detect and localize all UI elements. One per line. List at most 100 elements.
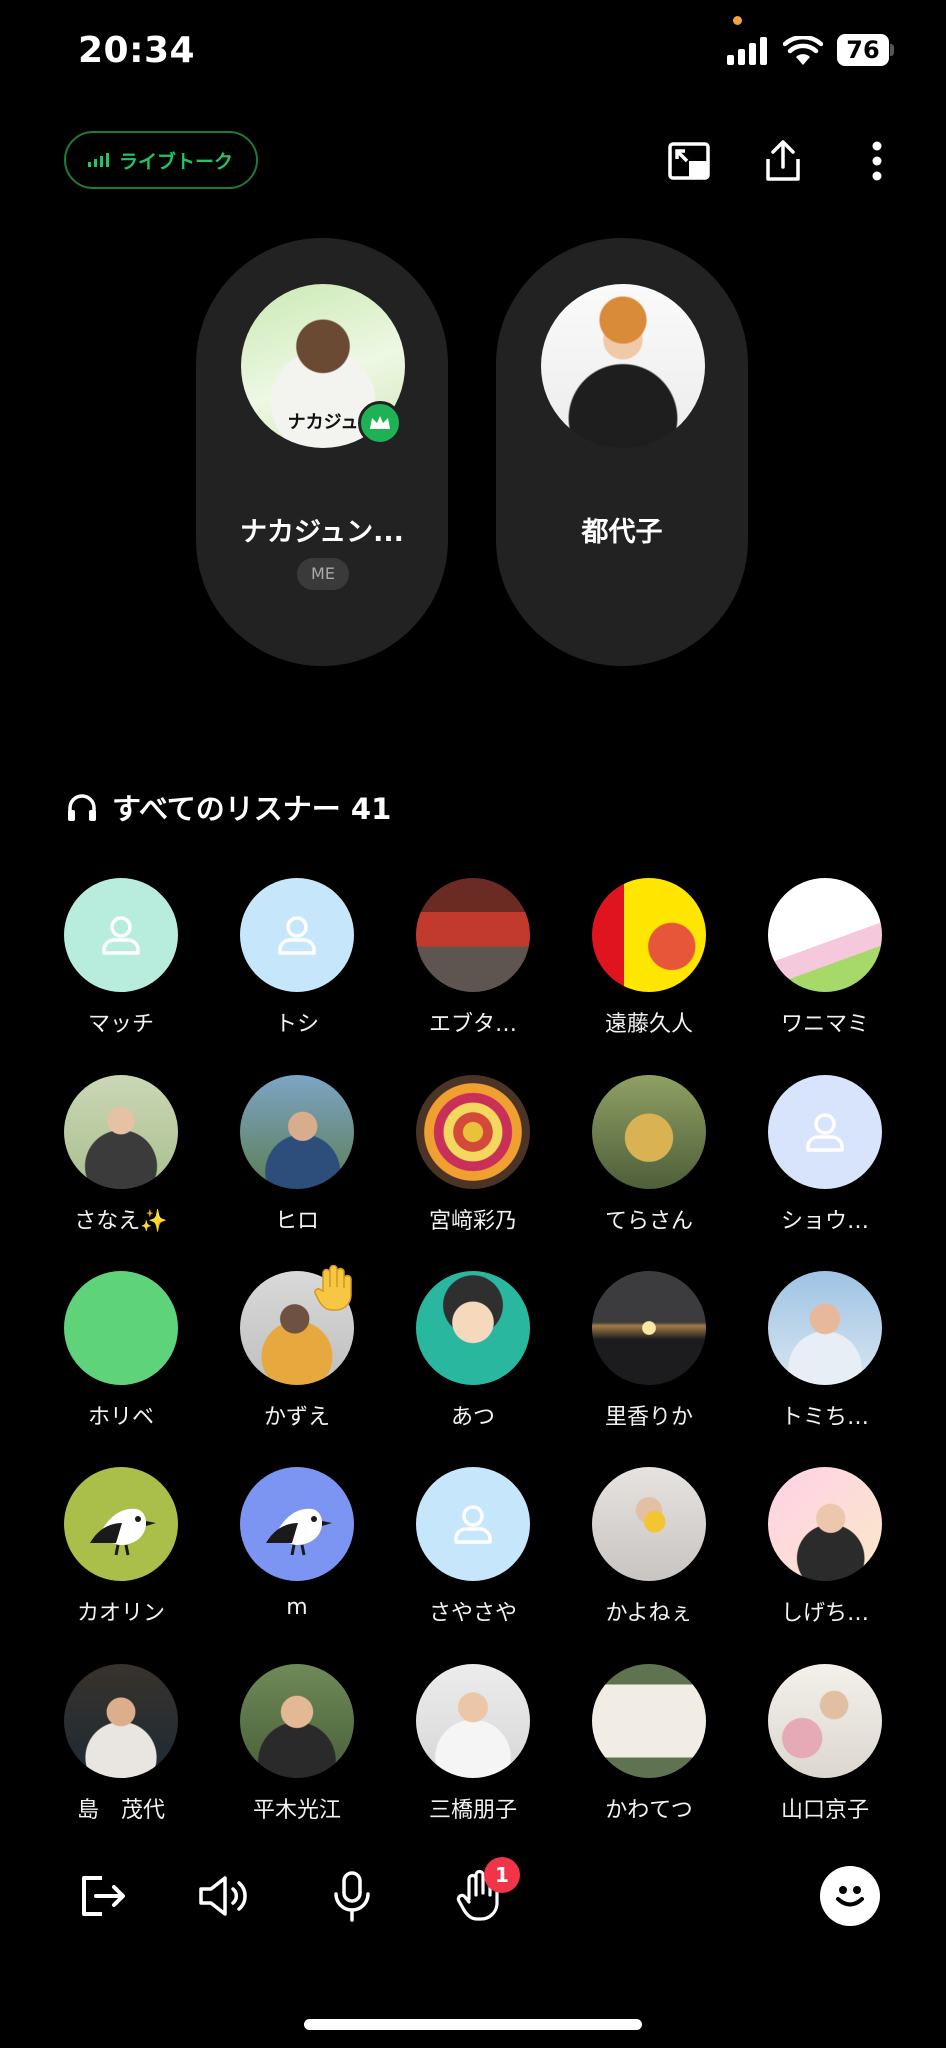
listener-item[interactable]: かずえ xyxy=(209,1264,385,1441)
listener-name: 里香りか xyxy=(604,1405,693,1430)
listeners-title: すべてのリスナー 41 xyxy=(112,792,392,826)
speaker-name: ナカジュン... xyxy=(240,517,404,548)
listener-item[interactable]: 平木光江 xyxy=(209,1664,385,1834)
live-talk-badge: ライブトーク xyxy=(64,131,259,189)
listener-avatar xyxy=(592,1075,706,1189)
host-crown-badge xyxy=(358,401,402,445)
listeners-header: すべてのリスナー 41 xyxy=(66,786,391,828)
listener-name: さやさや xyxy=(428,1601,517,1626)
listener-item[interactable]: 宮﨑彩乃 xyxy=(385,1075,561,1245)
listener-name: てらさん xyxy=(604,1209,693,1234)
listener-item[interactable]: しげち… xyxy=(737,1467,913,1637)
battery-level: 76 xyxy=(837,34,889,66)
listener-name: 平木光江 xyxy=(252,1798,341,1823)
listener-avatar xyxy=(240,1075,354,1189)
listener-item[interactable]: あつ xyxy=(385,1271,561,1441)
listener-item[interactable]: ホリベ xyxy=(33,1271,209,1441)
listener-name: 遠藤久人 xyxy=(604,1012,693,1037)
listener-item[interactable]: カオリン xyxy=(33,1467,209,1637)
listener-name: さなえ✨ xyxy=(74,1209,168,1234)
emoji-reaction-button[interactable] xyxy=(820,1866,880,1926)
minimize-icon xyxy=(668,142,710,180)
listener-item[interactable]: さなえ✨ xyxy=(33,1075,209,1245)
crown-icon xyxy=(370,416,390,429)
listener-name: 三橋朋子 xyxy=(428,1798,517,1823)
listener-name: しげち… xyxy=(780,1601,869,1626)
listener-name: ワニマミ xyxy=(780,1012,869,1037)
speaker-card-me[interactable]: ナカジュ ナカジュン... ME xyxy=(196,238,448,666)
listener-item[interactable]: ショウ… xyxy=(737,1075,913,1245)
listener-avatar xyxy=(768,1271,882,1385)
more-options-button[interactable] xyxy=(850,134,904,188)
speaker-toggle-button[interactable] xyxy=(192,1864,256,1928)
listener-name: かずえ xyxy=(263,1405,330,1430)
listener-avatar xyxy=(416,1467,530,1581)
listener-name: マッチ xyxy=(87,1012,154,1037)
default-avatar-icon xyxy=(278,916,316,955)
status-time: 20:34 xyxy=(78,30,196,71)
listener-item[interactable]: 里香りか xyxy=(561,1271,737,1441)
listener-item[interactable]: さやさや xyxy=(385,1467,561,1637)
listener-item[interactable]: トミち… xyxy=(737,1271,913,1441)
listener-name: 島 茂代 xyxy=(76,1798,165,1823)
listener-name: かわてつ xyxy=(605,1798,693,1823)
listener-avatar xyxy=(240,1467,354,1581)
listener-item[interactable]: 山口京子 xyxy=(737,1664,913,1834)
listener-avatar xyxy=(768,878,882,992)
bird-avatar-icon xyxy=(266,1508,332,1556)
listener-name: トミち… xyxy=(780,1405,869,1430)
speaker-avatar xyxy=(541,284,705,448)
listener-name: エブタ… xyxy=(428,1012,517,1037)
speaker-icon xyxy=(199,1876,247,1916)
listener-item[interactable]: m xyxy=(209,1467,385,1637)
listener-name: ヒロ xyxy=(274,1209,319,1234)
default-avatar-icon xyxy=(454,1505,492,1544)
listener-item[interactable]: エブタ… xyxy=(385,878,561,1048)
emoji-icon xyxy=(836,1886,864,1907)
share-icon xyxy=(766,140,800,181)
listener-name: 山口京子 xyxy=(780,1798,869,1823)
recording-indicator-dot xyxy=(733,16,742,25)
listener-avatar xyxy=(592,1664,706,1778)
wifi-icon xyxy=(783,36,823,65)
me-badge: ME xyxy=(297,558,349,590)
raised-hand-icon xyxy=(313,1264,357,1313)
listener-avatar xyxy=(416,1075,530,1189)
speaker-name: 都代子 xyxy=(581,517,663,548)
listener-item[interactable]: ヒロ xyxy=(209,1075,385,1245)
listener-item[interactable]: ワニマミ xyxy=(737,878,913,1048)
share-button[interactable] xyxy=(756,134,810,188)
listener-avatar xyxy=(64,878,178,992)
mic-icon xyxy=(334,1871,370,1922)
mic-button[interactable] xyxy=(320,1864,384,1928)
listener-item[interactable]: てらさん xyxy=(561,1075,737,1245)
listener-avatar xyxy=(768,1664,882,1778)
listener-avatar xyxy=(768,1075,882,1189)
listener-name: カオリン xyxy=(76,1601,165,1626)
live-audio-bars-icon xyxy=(88,153,109,167)
listener-name: かよねぇ xyxy=(605,1601,693,1626)
more-icon xyxy=(872,141,882,181)
listener-avatar xyxy=(768,1467,882,1581)
leave-button[interactable] xyxy=(70,1864,134,1928)
listener-item[interactable]: かわてつ xyxy=(561,1664,737,1834)
speaker-card[interactable]: 都代子 xyxy=(496,238,748,666)
listener-name: m xyxy=(286,1595,308,1620)
listener-item[interactable]: トシ xyxy=(209,878,385,1048)
listener-item[interactable]: 遠藤久人 xyxy=(561,878,737,1048)
listener-item[interactable]: かよねぇ xyxy=(561,1467,737,1637)
listener-item[interactable]: マッチ xyxy=(33,878,209,1048)
raise-hand-count-badge: 1 xyxy=(484,1857,520,1893)
listener-item[interactable]: 島 茂代 xyxy=(33,1664,209,1834)
default-avatar-icon xyxy=(102,916,140,955)
listener-item[interactable]: 三橋朋子 xyxy=(385,1664,561,1834)
minimize-button[interactable] xyxy=(662,134,716,188)
listener-avatar xyxy=(64,1271,178,1385)
home-indicator xyxy=(304,2019,642,2030)
listener-avatar xyxy=(64,1075,178,1189)
bird-avatar-icon xyxy=(90,1508,156,1556)
listener-name: ショウ… xyxy=(780,1209,869,1234)
listener-name: 宮﨑彩乃 xyxy=(428,1209,517,1234)
cellular-signal-icon xyxy=(727,37,767,65)
live-talk-label: ライブトーク xyxy=(119,150,234,173)
